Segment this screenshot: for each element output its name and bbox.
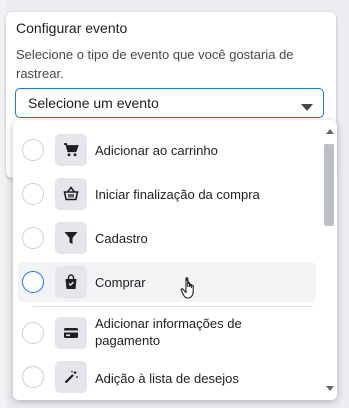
list-item-add-to-wishlist[interactable]: Adição à lista de desejos — [18, 358, 316, 398]
event-select-value: Selecione um evento — [28, 95, 159, 111]
list-item-label: Adicionar ao carrinho — [95, 143, 218, 158]
cart-icon — [55, 134, 87, 166]
magic-wand-icon — [55, 361, 87, 393]
list-item-purchase[interactable]: Comprar — [18, 262, 316, 302]
list-item-label: Cadastro — [95, 231, 148, 246]
scroll-up-arrow-icon[interactable] — [326, 129, 334, 134]
radio-add-to-wishlist[interactable] — [22, 366, 44, 388]
list-item-add-to-cart[interactable]: Adicionar ao carrinho — [18, 126, 316, 174]
list-item-add-payment-info[interactable]: Adicionar informações de pagamento — [18, 310, 316, 356]
list-item-label: Comprar — [95, 275, 146, 290]
scroll-down-arrow-icon[interactable] — [326, 386, 334, 391]
hand-pointer-icon — [180, 276, 200, 305]
event-select[interactable]: Selecione um evento — [15, 88, 324, 118]
scrollbar-thumb[interactable] — [324, 144, 334, 226]
radio-add-payment-info[interactable] — [22, 322, 44, 344]
panel-description: Selecione o tipo de evento que você gost… — [16, 47, 294, 81]
basket-icon — [55, 178, 87, 210]
list-item-label: Iniciar finalização da compra — [95, 187, 260, 202]
radio-add-to-cart[interactable] — [22, 139, 44, 161]
radio-purchase[interactable] — [22, 271, 44, 293]
caret-down-icon — [301, 99, 313, 117]
shopping-bag-icon — [55, 266, 87, 298]
credit-card-icon — [55, 317, 87, 349]
list-item-registration[interactable]: Cadastro — [18, 214, 316, 262]
event-dropdown-list: Adicionar ao carrinho Iniciar finalizaçã… — [13, 120, 337, 400]
list-item-initiate-checkout[interactable]: Iniciar finalização da compra — [18, 170, 316, 218]
radio-registration[interactable] — [22, 227, 44, 249]
funnel-icon — [55, 222, 87, 254]
scrollbar[interactable] — [323, 120, 337, 400]
radio-initiate-checkout[interactable] — [22, 183, 44, 205]
list-item-label: Adicionar informações de pagamento — [95, 316, 242, 348]
list-item-label: Adição à lista de desejos — [95, 371, 239, 386]
list-divider — [33, 306, 313, 307]
panel-title: Configurar evento — [16, 20, 128, 36]
